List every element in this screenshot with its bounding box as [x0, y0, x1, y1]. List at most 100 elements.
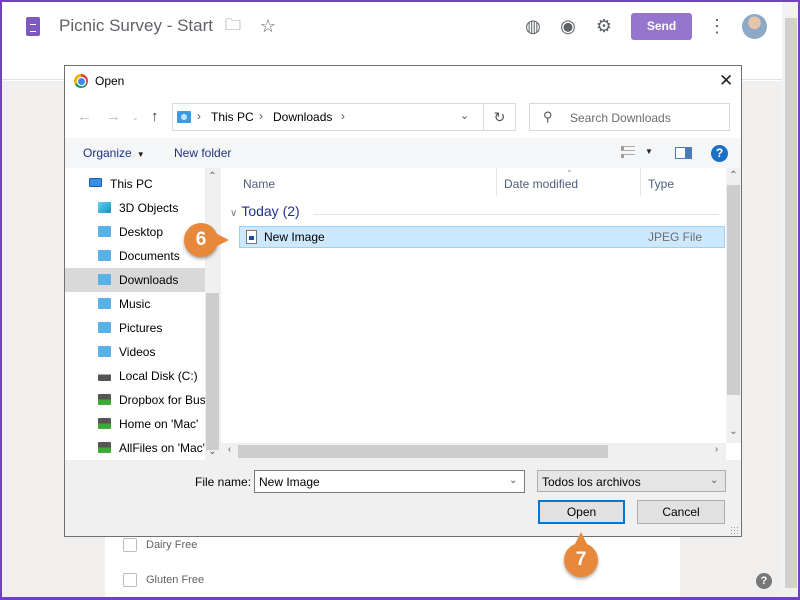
checkbox[interactable] [123, 538, 137, 552]
option-label: Dairy Free [146, 539, 198, 551]
nav-item-label: Home on 'Mac' [119, 417, 199, 431]
file-type-select[interactable]: Todos los archivos ⌄ [537, 470, 726, 492]
caret-down-icon: ▼ [136, 150, 145, 159]
file-list-horizontal-scrollbar[interactable]: ‹ › [221, 443, 726, 460]
file-name-input[interactable] [259, 475, 499, 489]
scroll-right-icon[interactable]: › [709, 444, 724, 455]
view-options-icon[interactable] [621, 146, 635, 158]
nav-item-allfiles-on-mac[interactable]: AllFiles on 'Mac' [65, 436, 205, 460]
resize-grip[interactable] [730, 526, 738, 534]
send-button[interactable]: Send [631, 13, 692, 40]
nav-pane-scrollbar[interactable]: ⌃ ⌄ [205, 168, 220, 460]
avatar[interactable] [742, 14, 767, 39]
file-type-value: Todos los archivos [542, 475, 641, 489]
scroll-down-icon[interactable]: ⌄ [205, 446, 220, 457]
folder-icon [98, 346, 111, 357]
more-vert-icon[interactable]: ⋮ [706, 15, 728, 37]
address-dropdown-chevron-icon[interactable]: ⌄ [460, 109, 469, 122]
nav-item-music[interactable]: Music [65, 292, 205, 316]
breadcrumb-separator-icon[interactable]: › [341, 109, 345, 123]
file-name-dropdown-icon[interactable]: ⌄ [509, 475, 517, 486]
pc-icon [89, 178, 102, 187]
file-name-field[interactable]: ⌄ [254, 470, 525, 493]
group-label: Today (2) [241, 203, 300, 219]
step-callout-7: 7 [564, 532, 598, 577]
organize-menu-button[interactable]: Organize ▼ [83, 146, 145, 160]
folder-icon [98, 322, 111, 333]
folder-icon [98, 250, 111, 261]
dialog-titlebar[interactable]: Open ✕ [65, 66, 741, 96]
nav-item-home-on-mac[interactable]: Home on 'Mac' [65, 412, 205, 436]
open-button[interactable]: Open [538, 500, 625, 524]
nav-item-this-pc[interactable]: This PC [65, 172, 205, 196]
navigation-pane: AllFiles on 'Mac' Home on 'Mac' Dropbox fo… [65, 168, 220, 460]
nav-item-label: Downloads [119, 273, 179, 287]
close-icon[interactable]: ✕ [719, 71, 733, 91]
nav-item-dropbox-for-bus[interactable]: Dropbox for Bus [65, 388, 206, 412]
file-list-vscroll-thumb[interactable] [727, 185, 740, 395]
eye-icon[interactable]: ◉ [557, 15, 579, 37]
page-scrollbar-thumb[interactable] [785, 18, 797, 588]
downloads-folder-icon [177, 111, 191, 123]
file-row[interactable]: New Image JPEG File [239, 226, 725, 248]
help-icon[interactable]: ? [756, 573, 772, 589]
scroll-up-icon[interactable]: ⌃ [726, 170, 741, 181]
nav-item-documents[interactable]: Documents [65, 244, 205, 268]
address-bar[interactable]: › This PC › Downloads › ⌄ [172, 103, 484, 131]
nav-item-label: 3D Objects [119, 201, 179, 215]
search-icon: ⚲ [543, 109, 553, 124]
refresh-button[interactable]: ↻ [484, 103, 516, 131]
nav-pane-scrollbar-thumb[interactable] [206, 293, 219, 450]
group-header-today[interactable]: ∨ Today (2) [230, 203, 300, 219]
scroll-left-icon[interactable]: ‹ [222, 444, 237, 455]
breadcrumb-separator-icon[interactable]: › [259, 109, 263, 123]
option-label: Gluten Free [146, 574, 205, 586]
help-button[interactable]: ? [711, 145, 728, 162]
breadcrumb-downloads[interactable]: Downloads [273, 110, 332, 124]
nav-item-videos[interactable]: Videos [65, 340, 205, 364]
scroll-down-icon[interactable]: ⌄ [726, 426, 741, 437]
checkbox[interactable] [123, 573, 137, 587]
organize-label: Organize [83, 146, 132, 160]
scroll-up-icon[interactable]: ⌃ [205, 171, 220, 182]
view-options-caret-icon[interactable]: ▼ [645, 147, 653, 156]
nav-item-downloads[interactable]: Downloads [65, 268, 205, 292]
search-input[interactable]: ⚲ Search Downloads [529, 103, 730, 131]
forward-arrow-icon[interactable]: → [106, 108, 121, 125]
option-row[interactable]: Gluten Free [123, 573, 204, 587]
refresh-icon: ↻ [493, 109, 506, 125]
palette-icon[interactable]: ◍ [522, 15, 544, 37]
column-header-date-modified[interactable]: Date modified [504, 177, 578, 191]
form-title[interactable]: Picnic Survey - Start [59, 16, 213, 36]
nav-item-3d-objects[interactable]: 3D Objects [65, 196, 205, 220]
column-header-name[interactable]: Name [243, 177, 275, 191]
recent-locations-chevron-icon[interactable]: ⌄ [132, 113, 139, 122]
page-scrollbar[interactable] [782, 0, 800, 600]
dialog-title: Open [95, 74, 125, 88]
disk-icon [98, 370, 111, 381]
column-divider[interactable] [496, 168, 497, 196]
collapse-chevron-icon: ∨ [230, 208, 238, 219]
nav-item-pictures[interactable]: Pictures [65, 316, 205, 340]
file-list-vertical-scrollbar[interactable]: ⌃ ⌄ [726, 168, 741, 443]
column-divider[interactable] [640, 168, 641, 196]
new-folder-button[interactable]: New folder [174, 146, 231, 160]
up-arrow-icon[interactable]: ↑ [151, 108, 159, 125]
preview-pane-icon[interactable] [675, 147, 692, 159]
navigation-bar: ← → ⌄ ↑ › This PC › Downloads › ⌄ ↻ ⚲ Se… [65, 96, 741, 138]
back-arrow-icon[interactable]: ← [77, 108, 92, 125]
breadcrumb-this-pc[interactable]: This PC [211, 110, 254, 124]
column-header-type[interactable]: Type [648, 177, 674, 191]
option-row[interactable]: Dairy Free [123, 538, 197, 552]
breadcrumb-separator-icon[interactable]: › [197, 109, 201, 123]
cancel-button[interactable]: Cancel [637, 500, 725, 524]
image-file-icon [246, 230, 257, 244]
file-type: JPEG File [648, 230, 703, 244]
file-list-hscroll-thumb[interactable] [238, 445, 608, 458]
forms-logo-icon[interactable] [26, 17, 40, 36]
nav-item-local-disk-c[interactable]: Local Disk (C:) [65, 364, 205, 388]
folder-icon[interactable]: 🗀 [222, 15, 244, 37]
star-icon[interactable]: ☆ [257, 15, 279, 37]
nav-item-label: Pictures [119, 321, 163, 335]
gear-icon[interactable]: ⚙ [593, 15, 615, 37]
